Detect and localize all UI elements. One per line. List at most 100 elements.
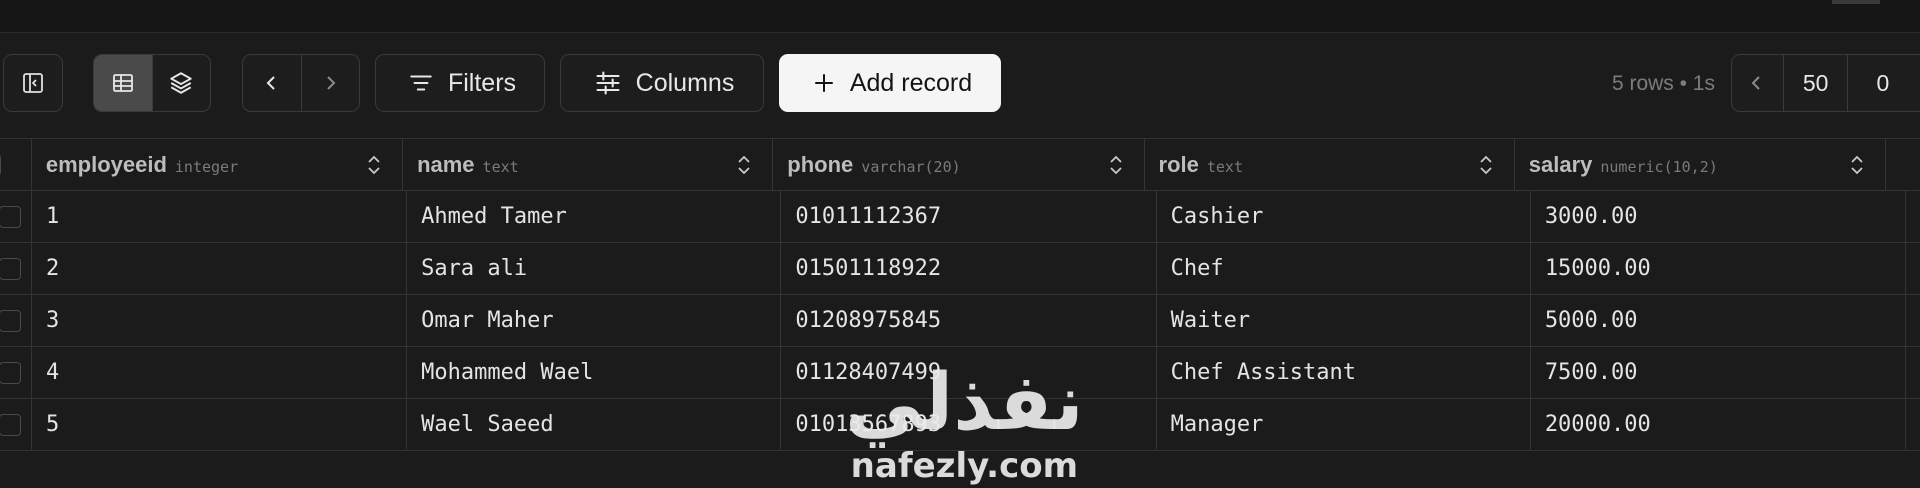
add-record-label: Add record [849, 68, 973, 97]
window-control[interactable] [1832, 0, 1880, 4]
plus-icon [814, 74, 833, 92]
table-row[interactable]: 2 Sara ali 01501118922 Chef 15000.00 [0, 243, 1920, 295]
chevron-left-icon [266, 76, 275, 90]
add-record-button[interactable]: Add record [779, 54, 1001, 112]
cell-name[interactable]: Ahmed Tamer [407, 191, 782, 242]
column-type: varchar(20) [861, 157, 961, 176]
column-name: employeeid [45, 151, 167, 177]
columns-button[interactable]: Columns [560, 54, 764, 112]
cell-employeeid[interactable]: 5 [32, 399, 408, 450]
row-checkbox[interactable] [0, 361, 21, 384]
sliders-icon [596, 71, 620, 95]
page-limit-input[interactable]: 50 [1782, 55, 1848, 111]
row-select-cell [0, 347, 32, 398]
column-name: name [417, 151, 475, 177]
column-name: role [1158, 151, 1199, 177]
watermark-latin: nafezly.com [850, 446, 1079, 486]
cell-phone[interactable]: 01011112367 [781, 191, 1157, 242]
column-header-role[interactable]: role text [1145, 139, 1515, 190]
table-row[interactable]: 5 Wael Saeed 01013567893 Manager 20000.0… [0, 399, 1920, 451]
column-header-salary[interactable]: salary numeric(10,2) [1515, 139, 1886, 190]
column-type: numeric(10,2) [1600, 157, 1718, 176]
layers-icon [170, 72, 192, 94]
cell-phone[interactable]: 01128407499 [781, 347, 1157, 398]
sidebar-panel-icon [23, 73, 43, 93]
history-nav [242, 54, 360, 112]
result-status: 5 rows • 1s [1611, 72, 1715, 95]
chevron-right-icon [327, 76, 336, 90]
column-name: salary [1528, 151, 1593, 177]
column-type: text [1206, 157, 1243, 176]
row-spacer [1906, 347, 1920, 398]
row-checkbox[interactable] [0, 413, 21, 436]
sort-icon[interactable] [1108, 154, 1124, 176]
filters-button[interactable]: Filters [375, 54, 545, 112]
row-spacer [1906, 295, 1920, 346]
pagination: 50 0 [1731, 54, 1920, 112]
row-spacer [1906, 191, 1920, 242]
cell-name[interactable]: Omar Maher [407, 295, 782, 346]
cell-name[interactable]: Mohammed Wael [407, 347, 782, 398]
data-grid: employeeid integer name text phone varchar(… [0, 138, 1920, 451]
cell-name[interactable]: Sara ali [407, 243, 782, 294]
sort-icon[interactable] [736, 154, 752, 176]
cell-employeeid[interactable]: 4 [32, 347, 408, 398]
page-prev-button[interactable] [1732, 55, 1783, 111]
filters-label: Filters [447, 68, 517, 97]
back-button[interactable] [243, 55, 301, 111]
cell-employeeid[interactable]: 1 [32, 191, 408, 242]
cell-role[interactable]: Chef Assistant [1157, 347, 1531, 398]
sort-icon[interactable] [1478, 154, 1494, 176]
sort-icon[interactable] [366, 154, 382, 176]
table-view-button[interactable] [94, 55, 152, 111]
cell-employeeid[interactable]: 3 [32, 295, 408, 346]
row-checkbox[interactable] [0, 205, 21, 228]
structure-view-button[interactable] [151, 55, 211, 111]
row-checkbox[interactable] [0, 257, 21, 280]
cell-role[interactable]: Cashier [1157, 191, 1531, 242]
toggle-sidebar-button[interactable] [3, 54, 63, 112]
column-header-employeeid[interactable]: employeeid integer [32, 139, 404, 190]
cell-salary[interactable]: 7500.00 [1531, 347, 1907, 398]
cell-phone[interactable]: 01208975845 [781, 295, 1157, 346]
window-top-strip [0, 0, 1920, 33]
row-spacer [1906, 399, 1920, 450]
table-header-row: employeeid integer name text phone varchar(… [0, 138, 1920, 191]
select-all-checkbox[interactable] [0, 153, 1, 176]
filter-lines-icon [410, 75, 432, 91]
select-all-cell [0, 139, 32, 190]
row-select-cell [0, 399, 32, 450]
column-name: phone [787, 151, 854, 177]
row-checkbox[interactable] [0, 309, 21, 332]
cell-role[interactable]: Chef [1157, 243, 1531, 294]
header-spacer [1886, 139, 1920, 190]
cell-phone[interactable]: 01501118922 [781, 243, 1157, 294]
cell-salary[interactable]: 5000.00 [1531, 295, 1907, 346]
column-type: text [482, 157, 519, 176]
cell-role[interactable]: Manager [1157, 399, 1531, 450]
page-offset-input[interactable]: 0 [1847, 55, 1920, 111]
sort-icon[interactable] [1849, 154, 1865, 176]
table-grid-icon [112, 74, 133, 92]
table-row[interactable]: 3 Omar Maher 01208975845 Waiter 5000.00 [0, 295, 1920, 347]
row-spacer [1906, 243, 1920, 294]
cell-salary[interactable]: 20000.00 [1531, 399, 1907, 450]
columns-label: Columns [635, 68, 735, 97]
cell-salary[interactable]: 15000.00 [1531, 243, 1907, 294]
cell-phone[interactable]: 01013567893 [781, 399, 1157, 450]
row-select-cell [0, 295, 32, 346]
view-mode-toggle [93, 54, 211, 112]
row-select-cell [0, 243, 32, 294]
chevron-left-icon [1752, 76, 1761, 90]
cell-salary[interactable]: 3000.00 [1531, 191, 1907, 242]
column-header-name[interactable]: name text [403, 139, 774, 190]
table-row[interactable]: 1 Ahmed Tamer 01011112367 Cashier 3000.0… [0, 191, 1920, 243]
toolbar: Filters Columns Add record 5 rows • 1s 5… [0, 32, 1920, 137]
column-type: integer [174, 157, 239, 176]
cell-name[interactable]: Wael Saeed [407, 399, 782, 450]
forward-button[interactable] [300, 55, 360, 111]
table-row[interactable]: 4 Mohammed Wael 01128407499 Chef Assista… [0, 347, 1920, 399]
cell-role[interactable]: Waiter [1157, 295, 1531, 346]
cell-employeeid[interactable]: 2 [32, 243, 408, 294]
column-header-phone[interactable]: phone varchar(20) [773, 139, 1145, 190]
